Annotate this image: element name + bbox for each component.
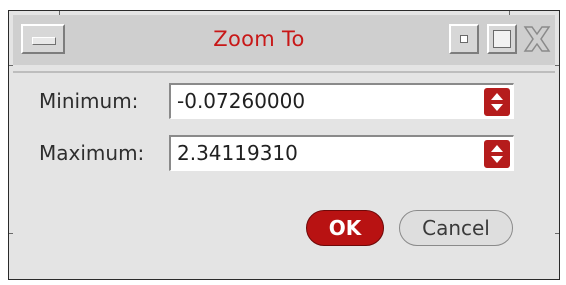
ok-button[interactable]: OK (306, 210, 384, 246)
spin-down-icon[interactable] (491, 104, 503, 111)
spin-up-icon[interactable] (491, 93, 503, 100)
spin-up-icon[interactable] (491, 145, 503, 152)
minimum-spinner[interactable] (484, 88, 510, 116)
close-icon (523, 26, 551, 52)
close-button[interactable] (521, 24, 553, 54)
minimum-label: Minimum: (39, 89, 139, 113)
titlebar-separator (13, 71, 555, 73)
resize-handle-right-lower[interactable] (555, 233, 559, 234)
maximum-spinner[interactable] (484, 140, 510, 168)
spin-down-icon[interactable] (491, 156, 503, 163)
maximum-field[interactable] (169, 135, 514, 171)
resize-handle-left-upper[interactable] (9, 65, 13, 66)
maximize-button[interactable] (487, 24, 517, 54)
window-title: Zoom To (213, 27, 305, 51)
maximum-label: Maximum: (39, 141, 145, 165)
window-menu-button[interactable] (21, 24, 65, 54)
cancel-button[interactable]: Cancel (399, 210, 513, 246)
resize-handle-right-upper[interactable] (555, 65, 559, 66)
maximum-input[interactable] (173, 137, 477, 170)
title-bar[interactable]: Zoom To (13, 15, 555, 65)
zoom-to-dialog: Zoom To Minimum: Maximum: (8, 10, 560, 280)
minimize-button[interactable] (449, 24, 479, 54)
window-menu-icon (32, 37, 56, 45)
resize-handle-left-lower[interactable] (9, 233, 13, 234)
minimize-icon (460, 35, 468, 43)
minimum-field[interactable] (169, 83, 514, 119)
minimum-input[interactable] (173, 85, 477, 118)
maximize-icon (493, 30, 511, 48)
